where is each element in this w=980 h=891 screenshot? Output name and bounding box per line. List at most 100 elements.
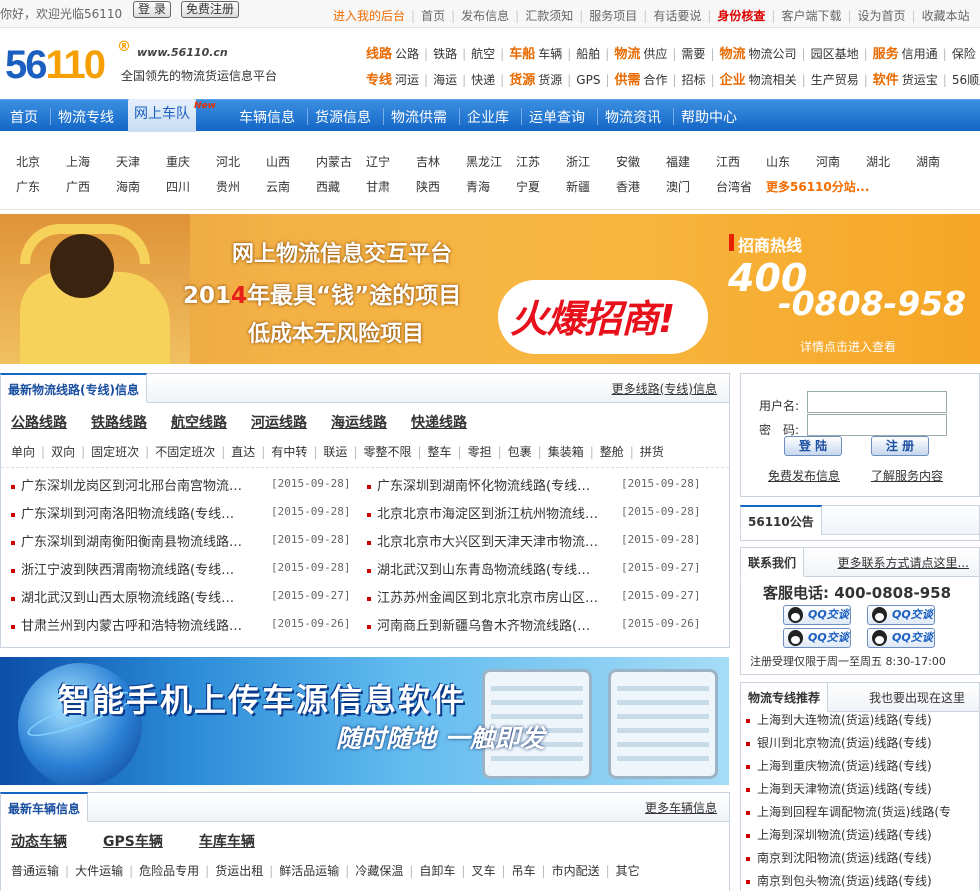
header-link[interactable]: 铁路 — [433, 45, 457, 62]
header-link[interactable]: 保险 — [952, 45, 976, 62]
header-category-keyword[interactable]: 专线 — [366, 69, 392, 88]
line-news-item[interactable]: 河南商丘到新疆乌鲁木齐物流线路(… — [367, 615, 590, 634]
filter-link[interactable]: 自卸车 — [419, 862, 455, 879]
register-button[interactable]: 免费注册 — [181, 1, 240, 18]
header-category-keyword[interactable]: 供需 — [614, 69, 640, 88]
contact-more-link[interactable]: 更多联系方式请点这里... — [838, 554, 969, 571]
header-category-keyword[interactable]: 货源 — [509, 69, 535, 88]
city-link[interactable]: 天津 — [116, 153, 140, 170]
header-link[interactable]: 园区基地 — [811, 45, 859, 62]
filter-link[interactable]: 市内配送 — [552, 862, 600, 879]
filter-link[interactable]: 危险品专用 — [139, 862, 199, 879]
city-link[interactable]: 广西 — [66, 178, 90, 195]
line-news-item[interactable]: 北京北京市海淀区到浙江杭州物流线… — [367, 503, 598, 522]
header-link[interactable]: 物流公司 — [749, 45, 797, 62]
panel-login-button[interactable]: 登 陆 — [784, 436, 842, 456]
filter-link[interactable]: 鲜活品运输 — [279, 862, 339, 879]
line-news-item[interactable]: 北京北京市大兴区到天津天津市物流… — [367, 531, 598, 550]
qq-chat-button[interactable]: QQ交谈 — [783, 605, 851, 625]
top-link[interactable]: 服务项目 — [589, 7, 637, 24]
header-link[interactable]: 船舶 — [576, 45, 600, 62]
header-category-keyword[interactable]: 服务 — [873, 43, 899, 62]
top-link[interactable]: 汇款须知 — [525, 7, 573, 24]
header-link[interactable]: 货源 — [538, 71, 562, 88]
line-news-item[interactable]: 广东深圳到湖南怀化物流线路(专线… — [367, 475, 590, 494]
city-link[interactable]: 台湾省 — [716, 178, 752, 195]
top-link[interactable]: 有话要说 — [653, 7, 701, 24]
line-news-item[interactable]: 浙江宁波到陕西渭南物流线路(专线… — [11, 559, 234, 578]
city-link[interactable]: 上海 — [66, 153, 90, 170]
password-input[interactable] — [807, 414, 947, 436]
city-link[interactable]: 贵州 — [216, 178, 240, 195]
city-link[interactable]: 香港 — [616, 178, 640, 195]
filter-link[interactable]: 拼货 — [640, 443, 664, 460]
line-news-item[interactable]: 甘肃兰州到内蒙古呼和浩特物流线路… — [11, 615, 242, 634]
lines-more-link[interactable]: 更多线路(专线)信息 — [612, 380, 717, 397]
recommend-item[interactable]: 上海到回程车调配物流(货运)线路(专 — [746, 803, 951, 820]
promo-banner[interactable]: 网上物流信息交互平台 2014年最具“钱”途的项目 低成本无风险项目 火爆招商!… — [0, 214, 980, 364]
top-link[interactable]: 发布信息 — [461, 7, 509, 24]
filter-link[interactable]: 零整不限 — [363, 443, 411, 460]
recommend-item[interactable]: 南京到包头物流(货运)线路(专线) — [746, 872, 932, 889]
filter-link[interactable]: 叉车 — [471, 862, 495, 879]
app-banner[interactable]: 智能手机上传车源信息软件 随时随地 一触即发 — [0, 657, 729, 785]
free-post-link[interactable]: 免费发布信息 — [768, 467, 840, 484]
header-link[interactable]: GPS — [576, 73, 600, 87]
filter-link[interactable]: 整舱 — [600, 443, 624, 460]
city-link[interactable]: 福建 — [666, 153, 690, 170]
filter-link[interactable]: 货运出租 — [215, 862, 263, 879]
filter-link[interactable]: 固定班次 — [91, 443, 139, 460]
filter-link[interactable]: 集装箱 — [548, 443, 584, 460]
header-link[interactable]: 56顺顺 — [952, 71, 980, 88]
city-link[interactable]: 澳门 — [666, 178, 690, 195]
header-link[interactable]: 海运 — [433, 71, 457, 88]
recommend-item[interactable]: 银川到北京物流(货运)线路(专线) — [746, 734, 932, 751]
top-link[interactable]: 设为首页 — [858, 7, 906, 24]
nav-item[interactable]: 物流供需 — [391, 107, 447, 127]
recommend-item[interactable]: 南京到沈阳物流(货运)线路(专线) — [746, 849, 932, 866]
header-category-keyword[interactable]: 软件 — [873, 69, 899, 88]
nav-item[interactable]: 货源信息 — [315, 107, 371, 127]
nav-item[interactable]: 物流资讯 — [605, 107, 661, 127]
recommend-item[interactable]: 上海到天津物流(货运)线路(专线) — [746, 780, 932, 797]
city-link[interactable]: 宁夏 — [516, 178, 540, 195]
city-link[interactable]: 重庆 — [166, 153, 190, 170]
header-category-keyword[interactable]: 车船 — [509, 43, 535, 62]
category-tab[interactable]: 航空线路 — [171, 412, 227, 432]
qq-chat-button[interactable]: QQ交谈 — [867, 605, 935, 625]
city-link[interactable]: 辽宁 — [366, 153, 390, 170]
city-link[interactable]: 陕西 — [416, 178, 440, 195]
top-link[interactable]: 首页 — [421, 7, 445, 24]
nav-item[interactable]: 车辆信息 — [239, 107, 295, 127]
site-logo[interactable]: 56110 — [5, 43, 106, 88]
filter-link[interactable]: 有中转 — [271, 443, 307, 460]
header-link[interactable]: 需要 — [681, 45, 705, 62]
filter-link[interactable]: 双向 — [51, 443, 75, 460]
line-news-item[interactable]: 广东深圳到河南洛阳物流线路(专线… — [11, 503, 234, 522]
filter-link[interactable]: 包裹 — [508, 443, 532, 460]
category-tab[interactable]: 动态车辆 — [11, 831, 67, 851]
category-tab[interactable]: GPS车辆 — [103, 831, 163, 851]
username-input[interactable] — [807, 391, 947, 413]
filter-link[interactable]: 冷藏保温 — [355, 862, 403, 879]
more-stations-link[interactable]: 更多56110分站... — [766, 178, 869, 195]
line-news-item[interactable]: 广东深圳到湖南衡阳衡南县物流线路… — [11, 531, 242, 550]
header-link[interactable]: 信用通 — [902, 45, 938, 62]
filter-link[interactable]: 联运 — [323, 443, 347, 460]
header-link[interactable]: 河运 — [395, 71, 419, 88]
vehicles-more-link[interactable]: 更多车辆信息 — [645, 799, 717, 816]
header-link[interactable]: 货运宝 — [902, 71, 938, 88]
header-link[interactable]: 供应 — [643, 45, 667, 62]
category-tab[interactable]: 车库车辆 — [199, 831, 255, 851]
recommend-item[interactable]: 上海到重庆物流(货运)线路(专线) — [746, 757, 932, 774]
city-link[interactable]: 河南 — [816, 153, 840, 170]
city-link[interactable]: 山西 — [266, 153, 290, 170]
filter-link[interactable]: 大件运输 — [75, 862, 123, 879]
header-category-keyword[interactable]: 物流 — [614, 43, 640, 62]
recommend-item[interactable]: 上海到大连物流(货运)线路(专线) — [746, 711, 932, 728]
line-news-item[interactable]: 广东深圳龙岗区到河北邢台南宫物流… — [11, 475, 242, 494]
nav-item[interactable]: 运单查询 — [529, 107, 585, 127]
header-link[interactable]: 快递 — [471, 71, 495, 88]
category-tab[interactable]: 河运线路 — [251, 412, 307, 432]
city-link[interactable]: 江西 — [716, 153, 740, 170]
